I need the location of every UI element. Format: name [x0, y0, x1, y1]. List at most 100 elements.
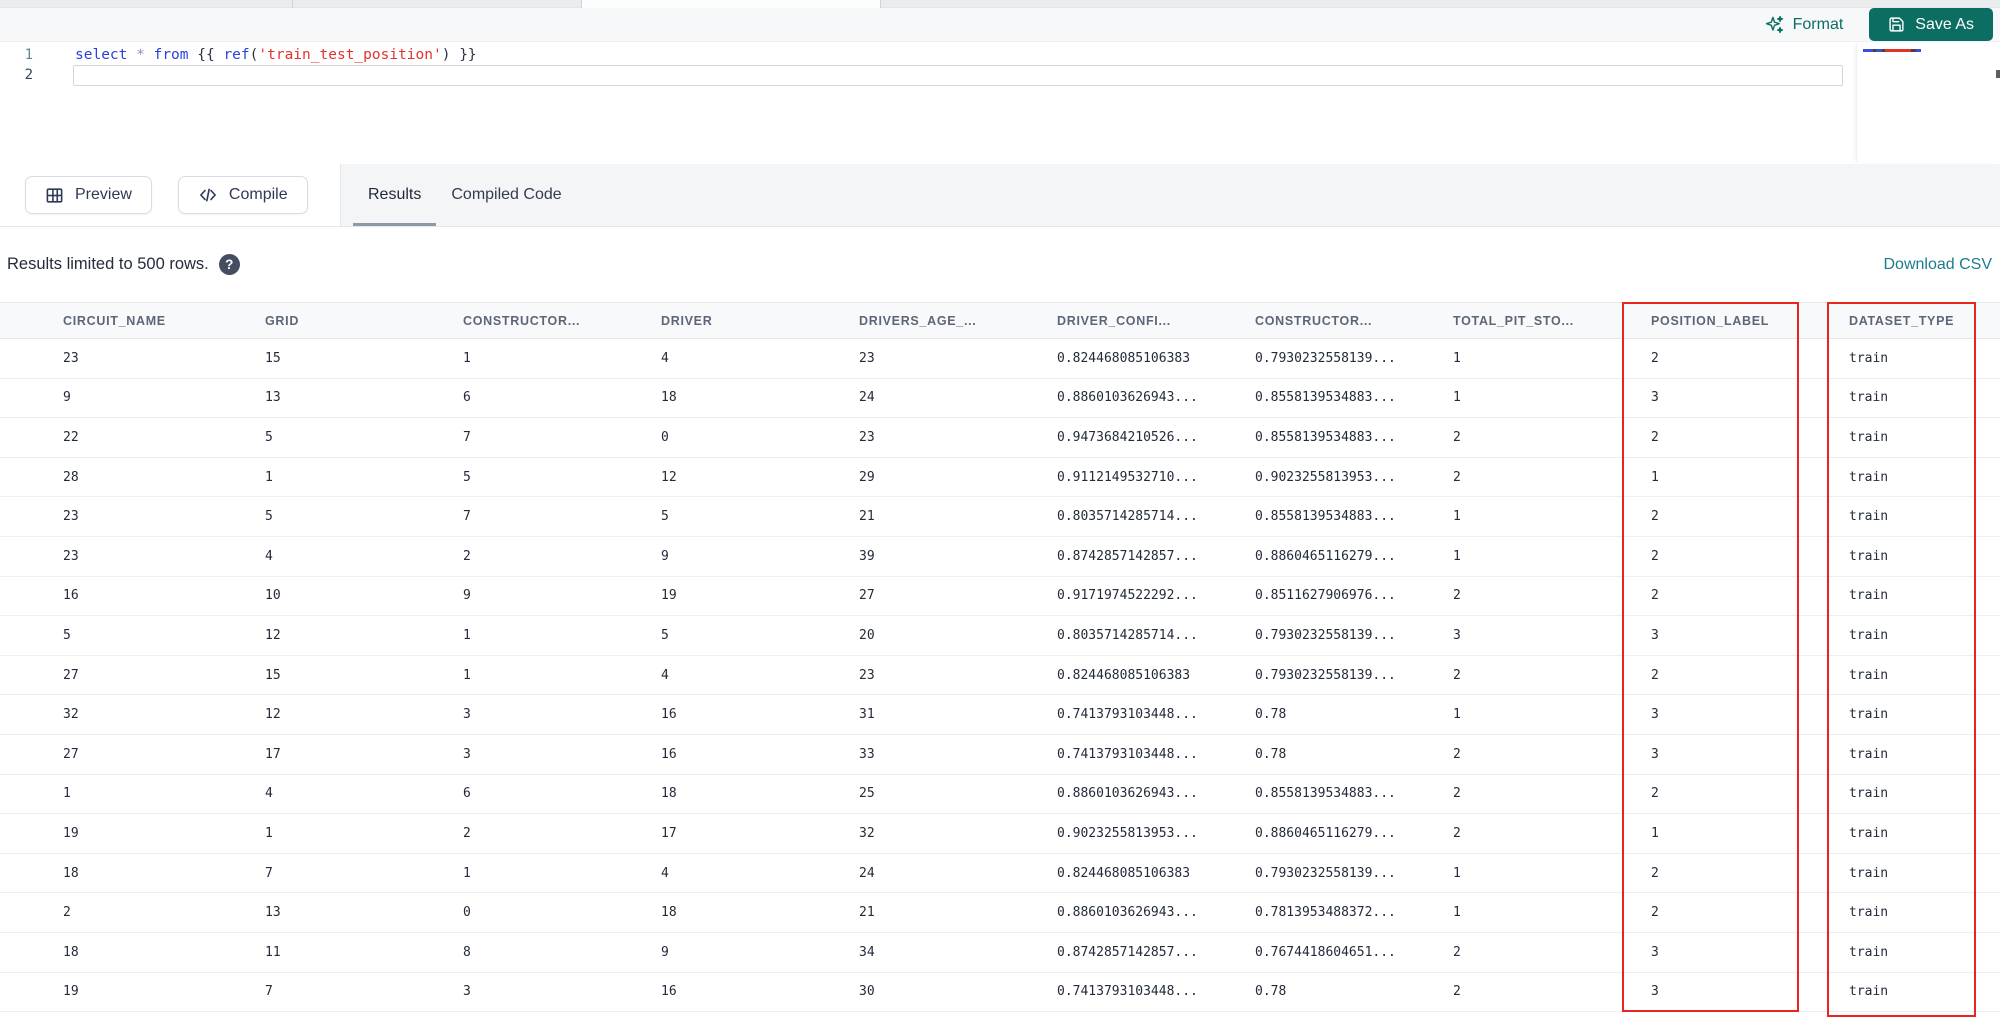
- results-tabs: Results Compiled Code: [340, 164, 2000, 226]
- table-cell: 28: [0, 457, 252, 498]
- table-cell: 32: [0, 694, 252, 735]
- table-cell: 2: [450, 813, 648, 854]
- scrollbar-thumb[interactable]: [1996, 70, 2000, 78]
- column-header: TOTAL_PIT_STO...: [1440, 302, 1638, 339]
- download-csv-link[interactable]: Download CSV: [1884, 256, 1993, 274]
- table-cell: 0.7930232558139...: [1242, 853, 1440, 894]
- table-cell: 3: [1440, 615, 1638, 656]
- preview-button[interactable]: Preview: [25, 176, 152, 214]
- column-header: DRIVER_CONFI...: [1044, 302, 1242, 339]
- code-token: ref: [223, 47, 250, 63]
- table-cell: 33: [846, 734, 1044, 775]
- table-cell: 5: [0, 615, 252, 656]
- table-cell: 19: [0, 972, 252, 1013]
- table-row: 23 5 7 5 21 0.8035714285714... 0.8558139534883…: [0, 496, 2000, 537]
- table-cell: 0.78: [1242, 694, 1440, 735]
- tab-compiled-code[interactable]: Compiled Code: [436, 164, 576, 226]
- table-cell: 0.8860103626943...: [1044, 774, 1242, 815]
- table-body: 23 15 1 4 23 0.824468085106383 0.7930232558139…: [0, 338, 2000, 1013]
- minimap[interactable]: [1856, 44, 1998, 162]
- table-cell: 15: [252, 655, 450, 696]
- tab-divider: [581, 0, 582, 8]
- table-cell: 0.7413793103448...: [1044, 694, 1242, 735]
- table-cell: 9: [0, 378, 252, 419]
- table-cell: 2: [1638, 536, 1836, 577]
- table-cell: 0.7930232558139...: [1242, 615, 1440, 656]
- table-cell: 1: [1440, 496, 1638, 537]
- table-row: 2 13 0 18 21 0.8860103626943... 0.781395348837…: [0, 892, 2000, 933]
- table-cell: 2: [1638, 853, 1836, 894]
- table-cell: 5: [450, 457, 648, 498]
- table-cell: 2: [1440, 932, 1638, 973]
- table-cell: 4: [252, 774, 450, 815]
- code-token: }}: [459, 47, 477, 63]
- table-cell: 16: [648, 694, 846, 735]
- active-editor-tab[interactable]: [581, 0, 880, 8]
- code-token: *: [136, 47, 145, 63]
- minimap-code-line: [1863, 49, 1935, 52]
- tab-divider: [880, 0, 881, 8]
- table-cell: 1: [0, 774, 252, 815]
- editor-tab-strip[interactable]: [0, 0, 2000, 8]
- table-cell: 2: [1638, 496, 1836, 537]
- table-cell: 0.8558139534883...: [1242, 774, 1440, 815]
- save-as-button[interactable]: Save As: [1869, 8, 1993, 41]
- table-cell: 0.8860103626943...: [1044, 892, 1242, 933]
- compile-button[interactable]: Compile: [177, 176, 308, 214]
- table-cell: 0.7813953488372...: [1242, 892, 1440, 933]
- table-cell: 1: [252, 457, 450, 498]
- table-cell: 1: [1440, 536, 1638, 577]
- help-icon[interactable]: ?: [218, 254, 240, 275]
- table-cell: 2: [0, 892, 252, 933]
- sql-editor[interactable]: 12 select * from {{ ref('train_test_posi…: [0, 42, 2000, 164]
- table-cell: 2: [1638, 892, 1836, 933]
- table-cell: 0: [648, 417, 846, 458]
- table-cell: 3: [1638, 615, 1836, 656]
- table-cell: train: [1836, 576, 2000, 617]
- table-row: 22 5 7 0 23 0.9473684210526... 0.8558139534883…: [0, 417, 2000, 458]
- table-cell: 4: [648, 338, 846, 379]
- table-cell: 0.8558139534883...: [1242, 417, 1440, 458]
- table-cell: 17: [648, 813, 846, 854]
- table-row: 32 12 3 16 31 0.7413793103448... 0.78 1 3 train: [0, 694, 2000, 735]
- table-cell: 0.78: [1242, 734, 1440, 775]
- table-cell: 0.8860465116279...: [1242, 813, 1440, 854]
- format-button[interactable]: Format: [1765, 15, 1843, 34]
- table-cell: 1: [1440, 892, 1638, 933]
- table-cell: 19: [0, 813, 252, 854]
- table-row: 27 15 1 4 23 0.824468085106383 0.7930232558139…: [0, 655, 2000, 696]
- table-cell: 27: [0, 734, 252, 775]
- table-cell: 18: [0, 932, 252, 973]
- table-cell: train: [1836, 892, 2000, 933]
- table-cell: 13: [252, 378, 450, 419]
- table-cell: 4: [648, 655, 846, 696]
- table-cell: 27: [846, 576, 1044, 617]
- table-cell: 12: [252, 694, 450, 735]
- table-cell: 4: [252, 536, 450, 577]
- editor-action-buttons: Preview Compile: [0, 164, 340, 226]
- table-cell: 2: [1440, 457, 1638, 498]
- table-cell: 21: [846, 892, 1044, 933]
- table-cell: 1: [1440, 378, 1638, 419]
- table-cell: 4: [648, 853, 846, 894]
- table-cell: 0.8511627906976...: [1242, 576, 1440, 617]
- table-row: 18 11 8 9 34 0.8742857142857... 0.767441860465…: [0, 932, 2000, 973]
- table-cell: train: [1836, 615, 2000, 656]
- active-line-highlight[interactable]: [73, 65, 1843, 86]
- table-cell: 0.9473684210526...: [1044, 417, 1242, 458]
- table-cell: 16: [648, 734, 846, 775]
- table-cell: 16: [0, 576, 252, 617]
- table-cell: 32: [846, 813, 1044, 854]
- results-table-container: CIRCUIT_NAME GRID CONSTRUCTOR... DRIVER DRIV…: [0, 302, 2000, 1017]
- tab-results[interactable]: Results: [353, 164, 437, 226]
- table-row: 19 1 2 17 32 0.9023255813953... 0.886046511627…: [0, 813, 2000, 854]
- table-cell: 0.8860465116279...: [1242, 536, 1440, 577]
- code-line-1[interactable]: select * from {{ ref('train_test_positio…: [75, 45, 477, 65]
- table-cell: 5: [252, 496, 450, 537]
- table-cell: 18: [648, 378, 846, 419]
- table-cell: 1: [1638, 457, 1836, 498]
- table-cell: 0.7413793103448...: [1044, 972, 1242, 1013]
- code-token: from: [153, 47, 189, 63]
- table-cell: 2: [1440, 417, 1638, 458]
